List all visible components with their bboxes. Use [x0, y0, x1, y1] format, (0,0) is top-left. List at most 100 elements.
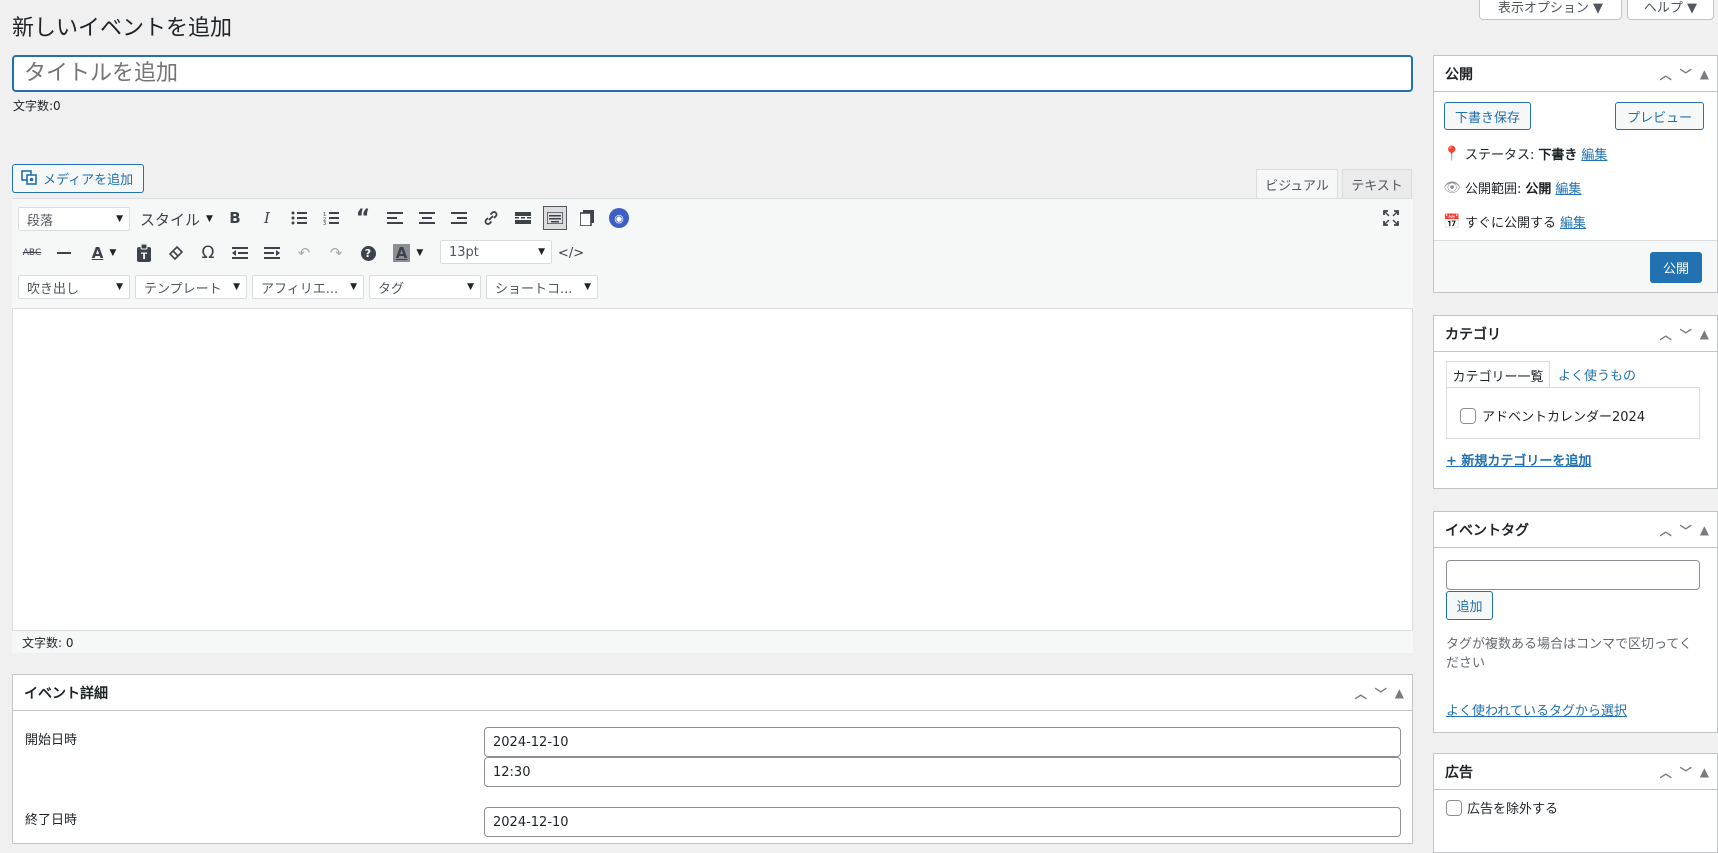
schedule-label: すぐに公開する — [1465, 216, 1557, 231]
text-color-icon[interactable]: A ▼ — [84, 241, 124, 265]
chevron-down-icon[interactable]: ﹀ — [1680, 66, 1692, 83]
italic-icon[interactable]: I — [255, 206, 279, 230]
preview-button[interactable]: プレビュー — [1615, 102, 1704, 130]
align-center-icon[interactable] — [415, 206, 439, 230]
add-media-button[interactable]: メディアを追加 — [12, 164, 144, 193]
read-more-icon[interactable] — [511, 206, 535, 230]
chevron-down-icon[interactable]: ﹀ — [1680, 764, 1692, 781]
svg-text:3: 3 — [323, 221, 326, 225]
screen-options-button[interactable]: 表示オプション ▼ — [1479, 0, 1622, 20]
box-controls: ︿ ﹀ ▲ — [1355, 675, 1404, 711]
link-icon[interactable] — [479, 206, 503, 230]
pin-icon: 📍 — [1443, 145, 1461, 162]
exclude-ad-row[interactable]: 広告を除外する — [1446, 798, 1558, 817]
tag-select[interactable]: タグ ▼ — [369, 275, 481, 299]
numbered-list-icon[interactable]: 123 — [319, 206, 343, 230]
chevron-up-icon[interactable]: ︿ — [1660, 764, 1672, 781]
start-date-input[interactable]: 2024-12-10 — [484, 727, 1401, 757]
category-checkbox[interactable] — [1460, 407, 1476, 424]
affiliate-select-value: アフィリエ... — [261, 281, 339, 297]
chevron-up-icon[interactable]: ︿ — [1660, 326, 1672, 343]
category-item[interactable]: アドベントカレンダー2024 — [1460, 406, 1645, 425]
edit-schedule-link[interactable]: 編集 — [1560, 212, 1586, 231]
title-input[interactable] — [12, 55, 1413, 92]
editor-word-count: 文字数: 0 — [22, 635, 74, 650]
template-select[interactable]: テンプレート ▼ — [135, 275, 247, 299]
schedule-row: 📅 すぐに公開する 編集 — [1443, 212, 1586, 232]
help-button[interactable]: ヘルプ ▼ — [1627, 0, 1714, 20]
collapse-icon[interactable]: ▲ — [1395, 686, 1404, 700]
chevron-down-icon[interactable]: ﹀ — [1375, 685, 1387, 702]
start-time-input[interactable]: 12:30 — [484, 757, 1401, 787]
collapse-icon[interactable]: ▲ — [1700, 327, 1709, 341]
toolbar-toggle-icon[interactable] — [543, 206, 567, 230]
chevron-up-icon[interactable]: ︿ — [1660, 66, 1672, 83]
edit-status-link[interactable]: 編集 — [1581, 144, 1607, 163]
media-icon — [21, 169, 37, 189]
visibility-value: 公開 — [1525, 182, 1552, 197]
undo-icon[interactable]: ↶ — [292, 241, 316, 265]
chevron-down-icon: ▼ — [350, 282, 357, 292]
category-title: カテゴリ — [1445, 326, 1501, 343]
tab-popular-categories[interactable]: よく使うもの — [1558, 365, 1636, 384]
balloon-select[interactable]: 吹き出し ▼ — [18, 275, 130, 299]
strikethrough-icon[interactable]: ABC — [20, 241, 44, 265]
align-right-icon[interactable] — [447, 206, 471, 230]
box-controls: ︿ ﹀ ▲ — [1660, 512, 1709, 548]
affiliate-select[interactable]: アフィリエ... ▼ — [252, 275, 364, 299]
style-select-value: スタイル — [140, 210, 201, 229]
edit-visibility-link[interactable]: 編集 — [1555, 178, 1581, 197]
collapse-icon[interactable]: ▲ — [1700, 765, 1709, 779]
tab-all-categories[interactable]: カテゴリー一覧 — [1446, 361, 1550, 388]
shortcode-select[interactable]: ショートコ... ▼ — [486, 275, 598, 299]
align-left-icon[interactable] — [383, 206, 407, 230]
bullet-list-icon[interactable] — [287, 206, 311, 230]
chevron-up-icon[interactable]: ︿ — [1660, 522, 1672, 539]
bold-icon[interactable]: B — [223, 206, 247, 230]
style-select[interactable]: スタイル ▼ — [140, 207, 213, 231]
clear-format-icon[interactable] — [164, 241, 188, 265]
end-date-input[interactable]: 2024-12-10 — [484, 807, 1401, 837]
horizontal-line-icon[interactable] — [52, 241, 76, 265]
outdent-icon[interactable] — [228, 241, 252, 265]
special-char-icon[interactable]: Ω — [196, 241, 220, 265]
collapse-icon[interactable]: ▲ — [1700, 67, 1709, 81]
indent-icon[interactable] — [260, 241, 284, 265]
format-select[interactable]: 段落 ▼ — [18, 207, 130, 231]
status-value: 下書き — [1538, 148, 1578, 163]
chevron-down-icon[interactable]: ﹀ — [1680, 522, 1692, 539]
collapse-icon[interactable]: ▲ — [1700, 523, 1709, 537]
template-select-value: テンプレート — [144, 281, 222, 297]
event-details-header: イベント詳細 ︿ ﹀ ▲ — [13, 675, 1412, 711]
save-draft-button[interactable]: 下書き保存 — [1444, 102, 1531, 130]
publish-title: 公開 — [1445, 66, 1473, 83]
add-category-link[interactable]: + 新規カテゴリーを追加 — [1446, 450, 1591, 469]
tab-visual[interactable]: ビジュアル — [1256, 169, 1338, 199]
redo-icon[interactable]: ↷ — [324, 241, 348, 265]
popular-tags-link[interactable]: よく使われているタグから選択 — [1446, 700, 1627, 719]
end-label: 終了日時 — [25, 813, 78, 828]
chevron-down-icon[interactable]: ﹀ — [1680, 326, 1692, 343]
tab-text[interactable]: テキスト — [1342, 169, 1412, 199]
paste-text-icon[interactable]: T — [132, 241, 156, 265]
exclude-ad-label: 広告を除外する — [1467, 802, 1559, 817]
help-icon[interactable]: ? — [356, 241, 380, 265]
chevron-down-icon: ▼ — [467, 282, 474, 292]
exclude-ad-checkbox[interactable] — [1446, 799, 1462, 816]
add-tag-button[interactable]: 追加 — [1446, 591, 1493, 620]
title-char-count: 文字数:0 — [13, 99, 61, 113]
copy-icon[interactable] — [575, 206, 599, 230]
chevron-up-icon[interactable]: ︿ — [1355, 685, 1367, 702]
code-icon[interactable]: </> — [558, 241, 584, 265]
font-size-select[interactable]: 13pt ▼ — [440, 240, 552, 264]
chevron-down-icon: ▼ — [116, 282, 123, 292]
wifi-icon[interactable]: ◉ — [607, 206, 631, 230]
status-row: 📍 ステータス: 下書き 編集 — [1443, 144, 1607, 164]
fullscreen-icon[interactable] — [1379, 206, 1403, 230]
chevron-down-icon: ▼ — [538, 247, 545, 257]
ad-title: 広告 — [1445, 764, 1473, 781]
blockquote-icon[interactable]: “ — [351, 206, 375, 231]
bg-color-icon[interactable]: A ▼ — [388, 241, 428, 265]
tag-input[interactable] — [1446, 560, 1700, 590]
publish-button[interactable]: 公開 — [1650, 252, 1702, 283]
